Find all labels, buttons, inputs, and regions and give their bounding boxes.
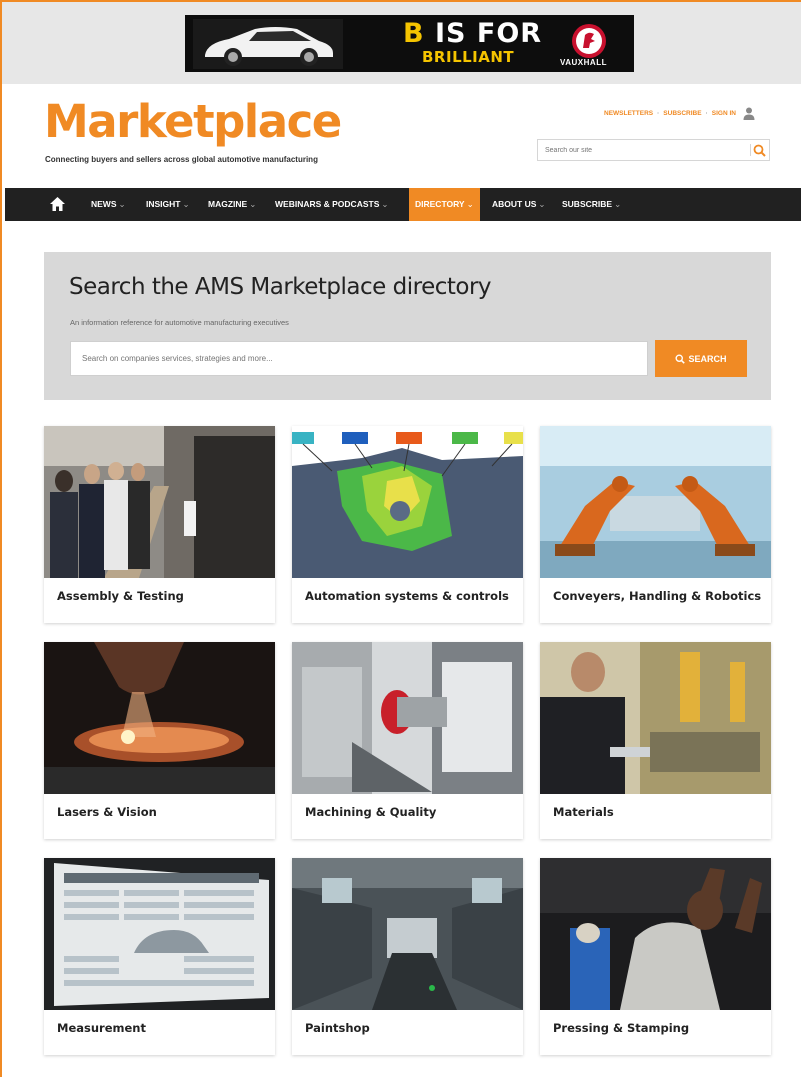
category-card-conveyers-robotics[interactable]: Conveyers, Handling & Robotics xyxy=(540,426,771,623)
category-label: Assembly & Testing xyxy=(57,589,184,603)
nav-label: INSIGHT xyxy=(146,199,181,209)
main-nav: NEWS ⌄ INSIGHT ⌄ MAGZINE ⌄ WEBINARS & PODCA… xyxy=(5,188,801,221)
directory-search-input[interactable] xyxy=(70,341,648,376)
machining-quality-image xyxy=(292,642,523,794)
top-links: NEWSLETTERS · SUBSCRIBE · SIGN IN xyxy=(604,107,755,120)
sign-in-link[interactable]: SIGN IN xyxy=(712,110,736,117)
link-separator: · xyxy=(705,110,708,117)
category-label: Materials xyxy=(553,805,614,819)
chevron-down-icon: ⌄ xyxy=(466,199,474,209)
ad-subline: BRILLIANT xyxy=(422,48,515,66)
site-tagline: Connecting buyers and sellers across glo… xyxy=(45,155,318,164)
directory-search-subtitle: An information reference for automotive … xyxy=(70,318,289,327)
directory-search-panel: Search the AMS Marketplace directory An … xyxy=(44,252,771,400)
category-label: Paintshop xyxy=(305,1021,370,1035)
category-card-pressing-stamping[interactable]: Pressing & Stamping xyxy=(540,858,771,1055)
link-separator: · xyxy=(657,110,660,117)
search-button-label: SEARCH xyxy=(688,353,727,364)
directory-search-button[interactable]: SEARCH xyxy=(655,340,747,377)
nav-item-directory[interactable]: DIRECTORY ⌄ xyxy=(409,188,480,221)
chevron-down-icon: ⌄ xyxy=(614,199,622,209)
category-card-measurement[interactable]: Measurement xyxy=(44,858,275,1055)
pressing-stamping-image xyxy=(540,858,771,1010)
nav-item-magzine[interactable]: MAGZINE ⌄ xyxy=(208,188,256,221)
category-label: Conveyers, Handling & Robotics xyxy=(553,589,762,603)
automation-systems-image xyxy=(292,426,523,578)
vauxhall-ad-banner[interactable]: B IS FOR BRILLIANT VAUXHALL xyxy=(185,15,634,72)
lasers-vision-image xyxy=(44,642,275,794)
category-label: Automation systems & controls xyxy=(305,589,509,603)
nav-item-webinars-podcasts[interactable]: WEBINARS & PODCASTS ⌄ xyxy=(275,188,389,221)
vauxhall-griffin-logo xyxy=(572,24,606,58)
nav-label: WEBINARS & PODCASTS xyxy=(275,199,380,209)
home-icon[interactable] xyxy=(49,196,66,212)
ad-brand: VAUXHALL xyxy=(560,58,607,67)
chevron-down-icon: ⌄ xyxy=(182,199,190,209)
chevron-down-icon: ⌄ xyxy=(249,199,257,209)
nav-item-about-us[interactable]: ABOUT US ⌄ xyxy=(492,188,546,221)
nav-item-news[interactable]: NEWS ⌄ xyxy=(91,188,126,221)
nav-label: ABOUT US xyxy=(492,199,537,209)
car-image xyxy=(193,19,343,69)
category-card-assembly-testing[interactable]: Assembly & Testing xyxy=(44,426,275,623)
nav-item-subscribe[interactable]: SUBSCRIBE ⌄ xyxy=(562,188,621,221)
chevron-down-icon: ⌄ xyxy=(118,199,126,209)
nav-item-insight[interactable]: INSIGHT ⌄ xyxy=(146,188,190,221)
category-card-automation-systems[interactable]: Automation systems & controls xyxy=(292,426,523,623)
paintshop-image xyxy=(292,858,523,1010)
search-divider xyxy=(750,144,751,156)
site-logo[interactable]: Marketplace xyxy=(44,99,342,144)
chevron-down-icon: ⌄ xyxy=(381,199,389,209)
search-icon[interactable] xyxy=(753,144,766,157)
conveyers-robotics-image xyxy=(540,426,771,578)
category-label: Measurement xyxy=(57,1021,146,1035)
chevron-down-icon: ⌄ xyxy=(538,199,546,209)
subscribe-link[interactable]: SUBSCRIBE xyxy=(663,110,701,117)
category-label: Pressing & Stamping xyxy=(553,1021,690,1035)
site-search-input[interactable] xyxy=(538,140,746,160)
search-icon xyxy=(675,353,686,364)
category-label: Lasers & Vision xyxy=(57,805,157,819)
category-card-machining-quality[interactable]: Machining & Quality xyxy=(292,642,523,839)
measurement-image xyxy=(44,858,275,1010)
site-search-box xyxy=(537,139,770,161)
nav-label: SUBSCRIBE xyxy=(562,199,613,209)
nav-label: DIRECTORY xyxy=(415,199,465,209)
assembly-testing-image xyxy=(44,426,275,578)
materials-image xyxy=(540,642,771,794)
user-icon[interactable] xyxy=(743,107,755,120)
directory-search-title: Search the AMS Marketplace directory xyxy=(69,274,492,300)
category-label: Machining & Quality xyxy=(305,805,437,819)
nav-label: MAGZINE xyxy=(208,199,248,209)
nav-label: NEWS xyxy=(91,199,117,209)
ad-headline: B IS FOR xyxy=(403,18,543,49)
category-card-materials[interactable]: Materials xyxy=(540,642,771,839)
category-card-lasers-vision[interactable]: Lasers & Vision xyxy=(44,642,275,839)
category-card-paintshop[interactable]: Paintshop xyxy=(292,858,523,1055)
newsletters-link[interactable]: NEWSLETTERS xyxy=(604,110,653,117)
ad-band: B IS FOR BRILLIANT VAUXHALL xyxy=(2,2,801,84)
